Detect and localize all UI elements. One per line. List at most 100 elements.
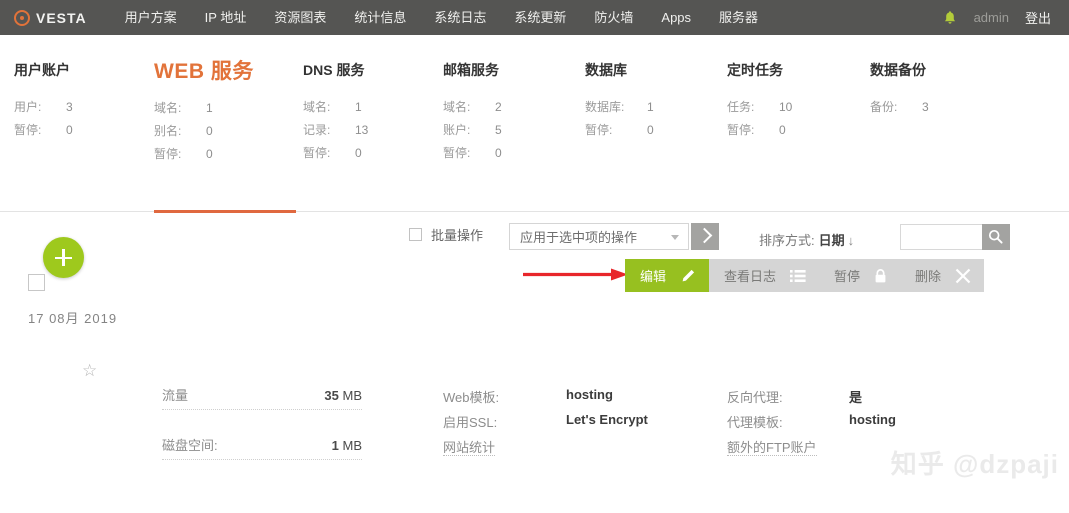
nav-item-system-logs[interactable]: 系统日志: [420, 0, 500, 35]
detail-reverse-proxy-value: 是: [849, 387, 862, 406]
delete-button[interactable]: 删除: [900, 259, 985, 292]
star-icon[interactable]: ☆: [82, 362, 97, 379]
list-icon: [790, 269, 806, 283]
stat-card-web-service[interactable]: WEB 服务 域名: 1 别名: 0 暂停: 0: [154, 60, 254, 166]
stat-label: 域名:: [154, 101, 182, 115]
stat-title: DNS 服务: [303, 62, 365, 78]
stat-value: 1: [206, 101, 213, 115]
nav-item-ip-addresses[interactable]: IP 地址: [191, 0, 261, 35]
stat-value: 13: [355, 123, 369, 137]
stat-label: 暂停:: [154, 147, 182, 161]
view-logs-button[interactable]: 查看日志: [709, 259, 820, 292]
sort-by-control[interactable]: 排序方式: 日期 ↓: [759, 230, 854, 249]
metric-value: 1 MB: [332, 438, 362, 453]
stat-row: 域名: 1: [154, 97, 254, 120]
stat-value: 0: [779, 123, 786, 137]
stat-title: 数据备份: [870, 62, 926, 78]
stat-label: 暂停:: [303, 146, 331, 160]
apply-bulk-action-button[interactable]: [691, 223, 719, 250]
metric-traffic: 流量 35 MB: [162, 385, 362, 410]
stat-row: 备份: 3: [870, 96, 929, 119]
stat-row: 别名: 0: [154, 120, 254, 143]
stat-value: 0: [355, 146, 362, 160]
stat-value: 0: [206, 147, 213, 161]
view-logs-button-label: 查看日志: [724, 269, 777, 284]
nav-item-resource-charts[interactable]: 资源图表: [260, 0, 340, 35]
stat-row: 暂停: 0: [303, 142, 368, 165]
nav-item-server[interactable]: 服务器: [705, 0, 772, 35]
stat-row: 暂停: 0: [14, 119, 73, 142]
detail-web-stats-link[interactable]: 网站统计: [443, 437, 496, 456]
stat-row: 暂停: 0: [585, 119, 654, 142]
detail-key: 额外的FTP账户: [727, 440, 817, 456]
stat-title: WEB 服务: [154, 60, 254, 83]
sort-direction-icon[interactable]: ↓: [848, 233, 855, 248]
metric-label: 磁盘空间:: [162, 438, 218, 453]
detail-key: 反向代理:: [727, 390, 783, 405]
vesta-control-panel-page: VESTA 用户方案 IP 地址 资源图表 统计信息 系统日志 系统更新 防火墙…: [0, 0, 1069, 513]
stat-title: 数据库: [585, 62, 627, 78]
stat-card-dns-service[interactable]: DNS 服务 域名: 1 记录: 13 暂停: 0: [303, 60, 368, 165]
stat-title: 邮箱服务: [443, 62, 499, 78]
stat-value: 3: [922, 100, 929, 114]
metric-value-unit: MB: [342, 388, 363, 403]
nav-item-apps[interactable]: Apps: [647, 0, 705, 35]
detail-key: 启用SSL:: [443, 415, 498, 430]
batch-select-all-checkbox[interactable]: [409, 228, 422, 241]
stat-label: 别名:: [154, 124, 182, 138]
stat-value: 0: [495, 146, 502, 160]
stat-card-user-accounts[interactable]: 用户账户 用户: 3 暂停: 0: [14, 60, 73, 142]
search-button[interactable]: [982, 224, 1010, 250]
detail-value: 是: [849, 390, 863, 405]
stat-row: 域名: 2: [443, 96, 502, 119]
nav-item-system-updates[interactable]: 系统更新: [500, 0, 580, 35]
stats-summary-strip: 用户账户 用户: 3 暂停: 0 WEB 服务 域名: 1 别名: 0 暂停:: [0, 35, 1069, 212]
add-new-button[interactable]: [43, 237, 84, 278]
vesta-brand[interactable]: VESTA: [14, 9, 87, 26]
stat-row: 域名: 1: [303, 96, 368, 119]
nav-item-firewall[interactable]: 防火墙: [580, 0, 647, 35]
stat-value: 5: [495, 123, 502, 137]
nav-item-statistics[interactable]: 统计信息: [340, 0, 420, 35]
metric-value-unit: MB: [342, 438, 363, 453]
metric-value: 35 MB: [324, 388, 362, 403]
stat-value: 10: [779, 100, 793, 114]
stat-card-databases[interactable]: 数据库 数据库: 1 暂停: 0: [585, 60, 654, 142]
stat-value: 1: [647, 100, 654, 114]
notification-bell-icon[interactable]: [942, 10, 958, 26]
stat-value: 0: [647, 123, 654, 137]
batch-operations-group[interactable]: 批量操作: [409, 225, 483, 244]
stat-label: 任务:: [727, 100, 755, 114]
logout-link[interactable]: 登出: [1025, 8, 1051, 27]
nav-right-group: admin 登出: [942, 0, 1059, 35]
stat-label: 暂停:: [14, 123, 42, 137]
suspend-button[interactable]: 暂停: [819, 259, 901, 292]
stat-value: 0: [206, 124, 213, 138]
stat-row: 用户: 3: [14, 96, 73, 119]
stat-row: 账户: 5: [443, 119, 502, 142]
edit-button[interactable]: 编辑: [625, 259, 710, 292]
detail-key: Web模板:: [443, 390, 500, 405]
delete-button-label: 删除: [915, 269, 942, 284]
sort-by-label: 排序方式:: [759, 233, 815, 248]
stat-value: 3: [66, 100, 73, 114]
stat-row: 任务: 10: [727, 96, 792, 119]
detail-ssl-value: Let's Encrypt: [566, 412, 648, 427]
bulk-action-select[interactable]: 应用于选中项的操作: [509, 223, 689, 250]
stat-title: 定时任务: [727, 62, 783, 78]
row-select-checkbox[interactable]: [28, 274, 45, 291]
stat-card-mail-service[interactable]: 邮箱服务 域名: 2 账户: 5 暂停: 0: [443, 60, 502, 165]
detail-key: 代理模板:: [727, 415, 783, 430]
bulk-action-select-value: 应用于选中项的操作: [520, 230, 638, 245]
account-username[interactable]: admin: [974, 10, 1009, 25]
detail-value: Let's Encrypt: [566, 412, 648, 427]
stat-label: 暂停:: [443, 146, 471, 160]
watermark: 知乎 @dzpaji: [890, 449, 1059, 479]
stat-card-cron-jobs[interactable]: 定时任务 任务: 10 暂停: 0: [727, 60, 792, 142]
detail-value: hosting: [849, 412, 896, 427]
metric-value-number: 35: [324, 388, 339, 403]
nav-item-user-packages[interactable]: 用户方案: [111, 0, 191, 35]
top-navigation-bar: VESTA 用户方案 IP 地址 资源图表 统计信息 系统日志 系统更新 防火墙…: [0, 0, 1069, 35]
detail-extra-ftp-link[interactable]: 额外的FTP账户: [727, 437, 817, 456]
stat-card-backups[interactable]: 数据备份 备份: 3: [870, 60, 929, 119]
